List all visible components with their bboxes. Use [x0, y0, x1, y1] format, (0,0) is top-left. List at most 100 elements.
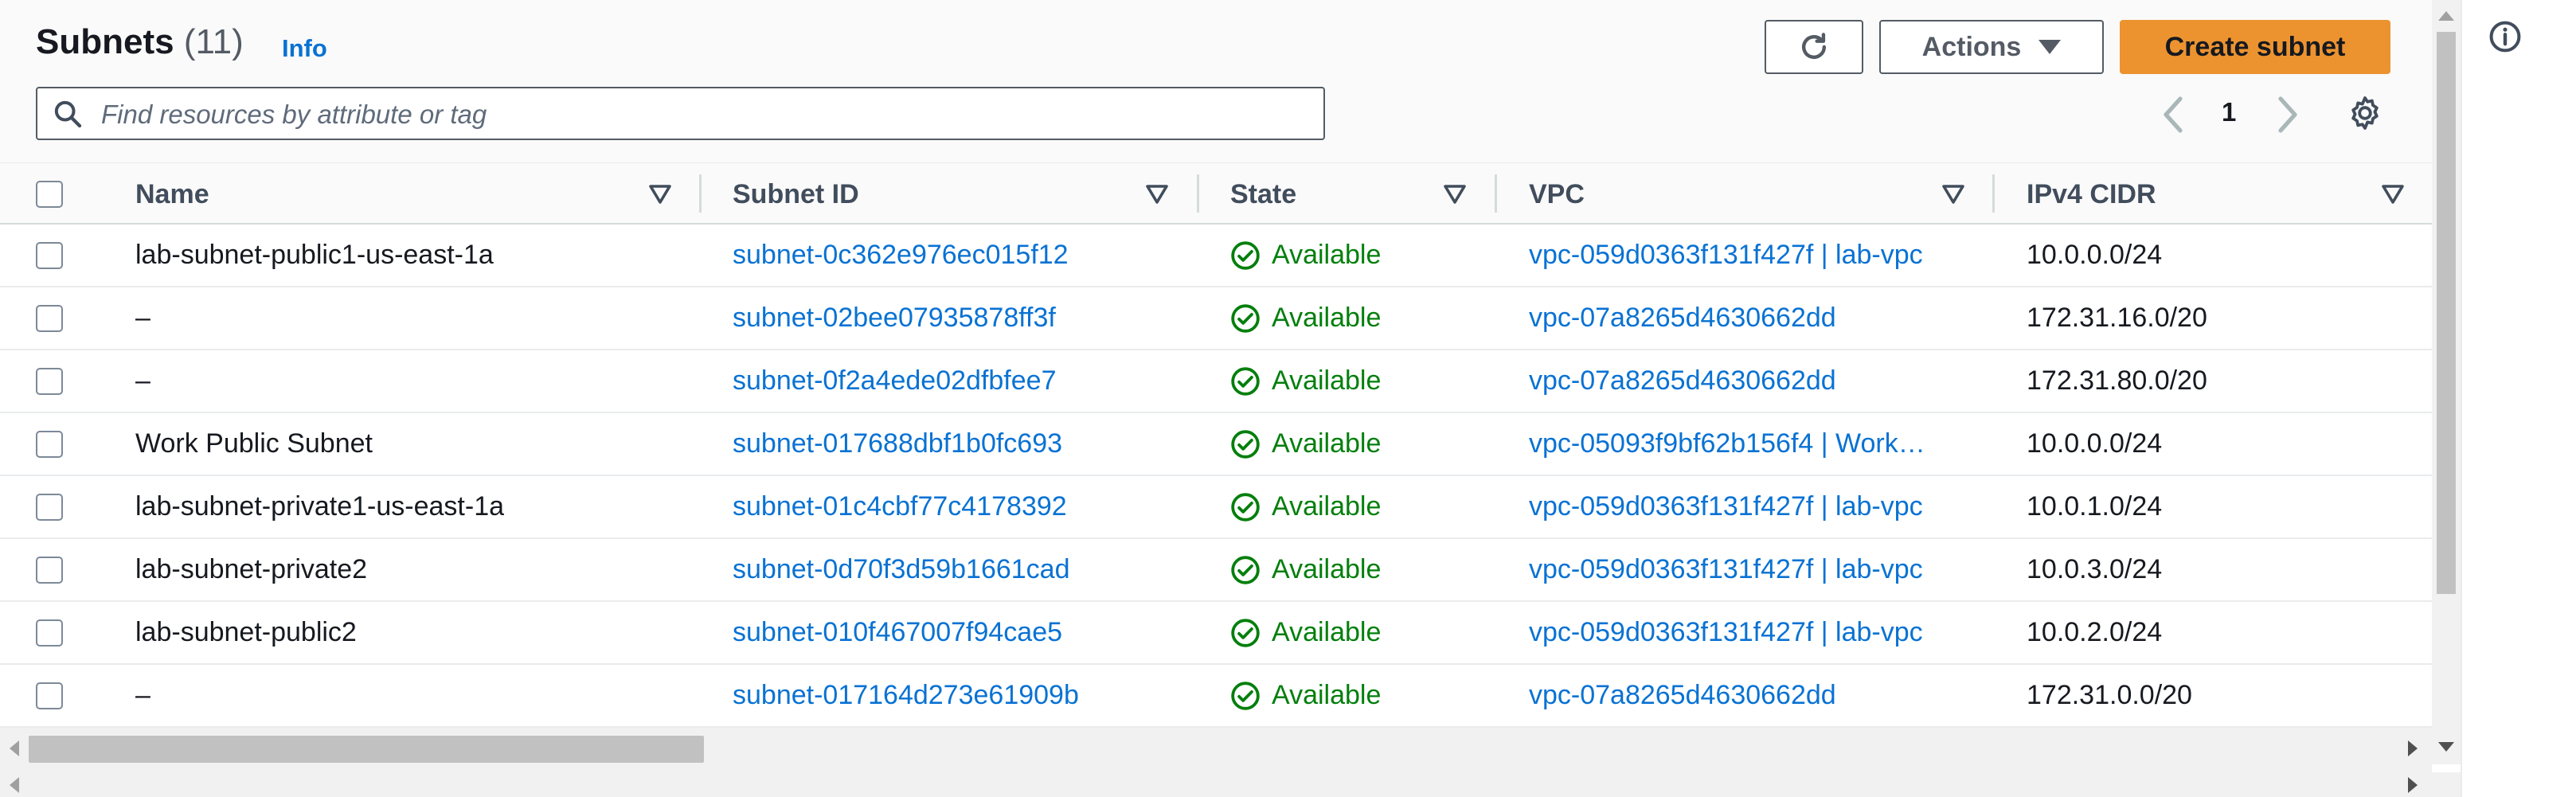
column-header-subnet-id[interactable]: Subnet ID	[733, 163, 859, 225]
column-resize-handle[interactable]	[1992, 174, 1995, 213]
row-checkbox[interactable]	[36, 494, 63, 521]
column-resize-handle[interactable]	[1197, 174, 1199, 213]
select-all-checkbox[interactable]	[36, 181, 63, 208]
cell-subnet-id-link[interactable]: subnet-017688dbf1b0fc693	[733, 413, 1062, 475]
check-circle-icon	[1231, 681, 1260, 710]
create-subnet-button[interactable]: Create subnet	[2120, 20, 2390, 74]
column-header-vpc[interactable]: VPC	[1529, 163, 1585, 225]
sort-icon[interactable]	[648, 184, 672, 205]
state-text: Available	[1272, 303, 1382, 333]
cell-ipv4-cidr: 172.31.80.0/20	[2027, 365, 2207, 396]
table-row[interactable]: lab-subnet-public1-us-east-1a subnet-0c3…	[0, 225, 2432, 287]
table-row[interactable]: lab-subnet-private1-us-east-1a subnet-01…	[0, 476, 2432, 539]
row-checkbox[interactable]	[36, 368, 63, 395]
row-checkbox[interactable]	[36, 557, 63, 584]
cell-name: –	[135, 365, 150, 396]
info-link[interactable]: Info	[282, 34, 327, 63]
check-circle-icon	[1231, 618, 1260, 647]
state-text: Available	[1272, 491, 1382, 522]
cell-subnet-id-link[interactable]: subnet-010f467007f94cae5	[733, 602, 1062, 663]
actions-label: Actions	[1921, 31, 2022, 62]
cell-subnet-id-link[interactable]: subnet-01c4cbf77c4178392	[733, 476, 1067, 537]
row-checkbox[interactable]	[36, 682, 63, 709]
cell-subnet-id-link[interactable]: subnet-0f2a4ede02dfbfee7	[733, 350, 1056, 412]
check-circle-icon	[1231, 555, 1260, 584]
row-checkbox[interactable]	[36, 305, 63, 332]
table-row[interactable]: lab-subnet-public2 subnet-010f467007f94c…	[0, 602, 2432, 665]
cell-vpc-link[interactable]: vpc-07a8265d4630662dd	[1529, 665, 1836, 726]
cell-ipv4-cidr: 10.0.3.0/24	[2027, 554, 2163, 584]
table-row[interactable]: – subnet-0f2a4ede02dfbfee7 Available vpc…	[0, 350, 2432, 413]
cell-vpc-link[interactable]: vpc-07a8265d4630662dd	[1529, 287, 1836, 349]
scroll-left-icon[interactable]	[8, 739, 21, 758]
cell-ipv4-cidr: 10.0.2.0/24	[2027, 617, 2163, 647]
row-checkbox[interactable]	[36, 242, 63, 269]
scroll-left-icon[interactable]	[8, 776, 21, 795]
check-circle-icon	[1231, 240, 1260, 270]
subnets-panel: Subnets (11) Info Actions Create subnet …	[0, 0, 2432, 797]
cell-vpc-link[interactable]: vpc-059d0363f131f427f | lab-vpc	[1529, 539, 1923, 600]
cell-subnet-id-link[interactable]: subnet-0c362e976ec015f12	[733, 225, 1069, 286]
cell-state: Available	[1230, 602, 1381, 663]
state-text: Available	[1272, 240, 1382, 270]
cell-state: Available	[1230, 225, 1381, 286]
cell-vpc-link[interactable]: vpc-059d0363f131f427f | lab-vpc	[1529, 476, 1923, 537]
page-number[interactable]: 1	[2222, 97, 2236, 127]
scroll-right-icon[interactable]	[2406, 739, 2419, 758]
cell-name: –	[135, 680, 150, 710]
check-circle-icon	[1231, 303, 1260, 333]
cell-subnet-id-link[interactable]: subnet-017164d273e61909b	[733, 665, 1079, 726]
sort-icon[interactable]	[1443, 184, 1467, 205]
search-input[interactable]: Find resources by attribute or tag	[36, 87, 1325, 140]
column-header-ipv4-cidr[interactable]: IPv4 CIDR	[2027, 163, 2156, 225]
check-circle-icon	[1231, 366, 1260, 396]
cell-state: Available	[1230, 287, 1381, 349]
row-checkbox[interactable]	[36, 431, 63, 458]
scroll-up-icon[interactable]	[2437, 10, 2456, 22]
scroll-right-icon[interactable]	[2406, 776, 2419, 795]
column-resize-handle[interactable]	[1495, 174, 1497, 213]
sort-icon[interactable]	[1941, 184, 1965, 205]
sort-icon[interactable]	[1145, 184, 1169, 205]
table-row[interactable]: Work Public Subnet subnet-017688dbf1b0fc…	[0, 413, 2432, 476]
gear-icon[interactable]	[2346, 94, 2384, 132]
table-row[interactable]: – subnet-017164d273e61909b Available vpc…	[0, 665, 2432, 728]
table-header-row: Name Subnet ID State VPC IPv4 CIDR	[0, 162, 2432, 225]
cell-ipv4-cidr: 172.31.16.0/20	[2027, 303, 2207, 333]
previous-page-icon[interactable]	[2161, 94, 2187, 135]
bottom-scroll-strip	[0, 772, 2461, 797]
column-header-name[interactable]: Name	[135, 163, 209, 225]
cell-vpc-link[interactable]: vpc-07a8265d4630662dd	[1529, 350, 1836, 412]
column-header-state[interactable]: State	[1230, 163, 1296, 225]
cell-name: lab-subnet-public1-us-east-1a	[135, 240, 494, 270]
row-checkbox[interactable]	[36, 619, 63, 647]
search-placeholder: Find resources by attribute or tag	[101, 100, 487, 129]
sort-icon[interactable]	[2381, 184, 2405, 205]
cell-vpc-link[interactable]: vpc-05093f9bf62b156f4 | Work…	[1529, 413, 1925, 475]
title-text: Subnets	[36, 22, 174, 61]
info-icon[interactable]	[2488, 19, 2523, 54]
table-row[interactable]: lab-subnet-private2 subnet-0d70f3d59b166…	[0, 539, 2432, 602]
cell-subnet-id-link[interactable]: subnet-0d70f3d59b1661cad	[733, 539, 1070, 600]
cell-vpc-link[interactable]: vpc-059d0363f131f427f | lab-vpc	[1529, 225, 1923, 286]
column-resize-handle[interactable]	[699, 174, 702, 213]
state-text: Available	[1272, 554, 1382, 584]
state-text: Available	[1272, 617, 1382, 647]
horizontal-scrollbar-thumb[interactable]	[29, 736, 704, 763]
search-icon	[54, 100, 82, 128]
cell-name: –	[135, 303, 150, 333]
cell-subnet-id-link[interactable]: subnet-02bee07935878ff3f	[733, 287, 1056, 349]
cell-state: Available	[1230, 665, 1381, 726]
next-page-icon[interactable]	[2274, 94, 2300, 135]
actions-dropdown[interactable]: Actions	[1879, 20, 2104, 74]
refresh-button[interactable]	[1765, 20, 1863, 74]
cell-name: lab-subnet-private1-us-east-1a	[135, 491, 505, 522]
table-row[interactable]: – subnet-02bee07935878ff3f Available vpc…	[0, 287, 2432, 350]
scroll-down-icon[interactable]	[2437, 740, 2456, 753]
cell-vpc-link[interactable]: vpc-059d0363f131f427f | lab-vpc	[1529, 602, 1923, 663]
cell-ipv4-cidr: 10.0.1.0/24	[2027, 491, 2163, 522]
help-side-panel	[2461, 0, 2576, 797]
cell-name: lab-subnet-private2	[135, 554, 368, 584]
vertical-scrollbar-thumb[interactable]	[2437, 32, 2456, 594]
state-text: Available	[1272, 680, 1382, 710]
